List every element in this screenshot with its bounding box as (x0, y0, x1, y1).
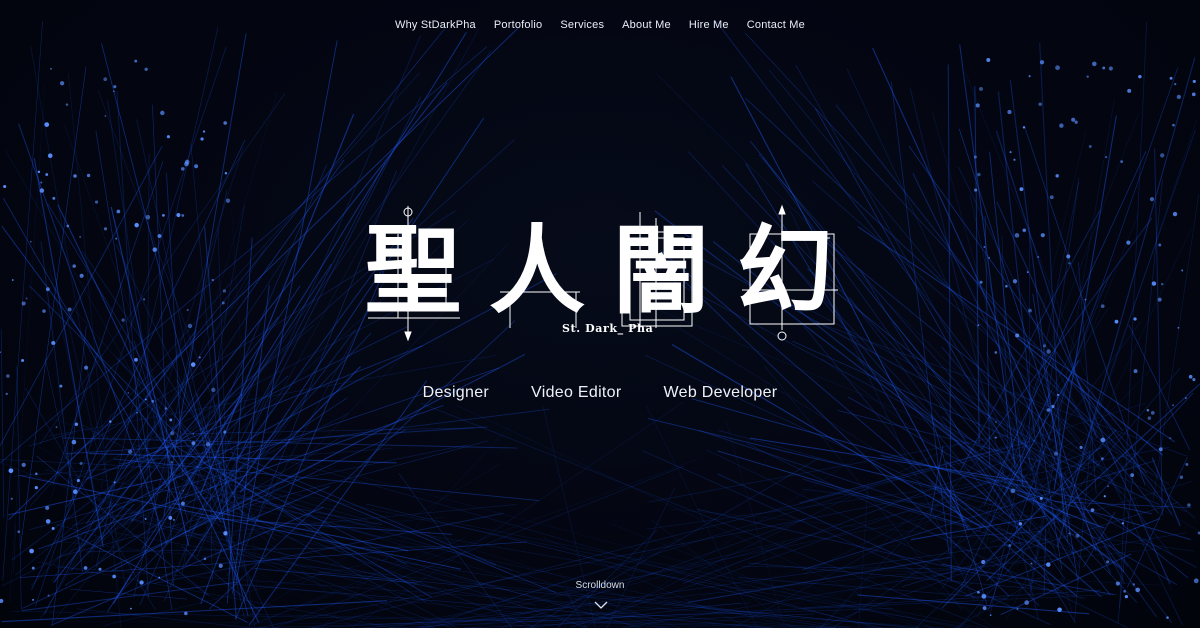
logo-subtitle: St. Dark_ Pha (562, 322, 654, 335)
logo-char-2: 人 (489, 214, 585, 327)
nav-services[interactable]: Services (560, 19, 604, 31)
logo-char-1: 聖 (365, 214, 461, 327)
role-video-editor: Video Editor (531, 384, 622, 401)
nav-portofolio[interactable]: Portofolio (494, 19, 542, 31)
logo-char-4: 幻 (737, 214, 833, 327)
role-designer: Designer (422, 384, 490, 401)
landing-page: Why StDarkPha Portofolio Services About … (0, 0, 1200, 628)
top-navigation: Why StDarkPha Portofolio Services About … (0, 19, 1200, 31)
nav-contact-me[interactable]: Contact Me (747, 19, 805, 31)
scrolldown-label[interactable]: Scrolldown (0, 580, 1200, 591)
role-web-developer: Web Developer (663, 384, 778, 401)
nav-why-stdarkpha[interactable]: Why StDarkPha (395, 19, 476, 31)
role-list: Designer Video Editor Web Developer (0, 384, 1200, 402)
brand-logo: 聖 人 闇 幻 St. Dark_ Pha (350, 198, 850, 348)
chevron-down-icon[interactable] (594, 600, 608, 610)
nav-hire-me[interactable]: Hire Me (689, 19, 729, 31)
logo-char-3: 闇 (613, 214, 709, 327)
nav-about-me[interactable]: About Me (622, 19, 671, 31)
